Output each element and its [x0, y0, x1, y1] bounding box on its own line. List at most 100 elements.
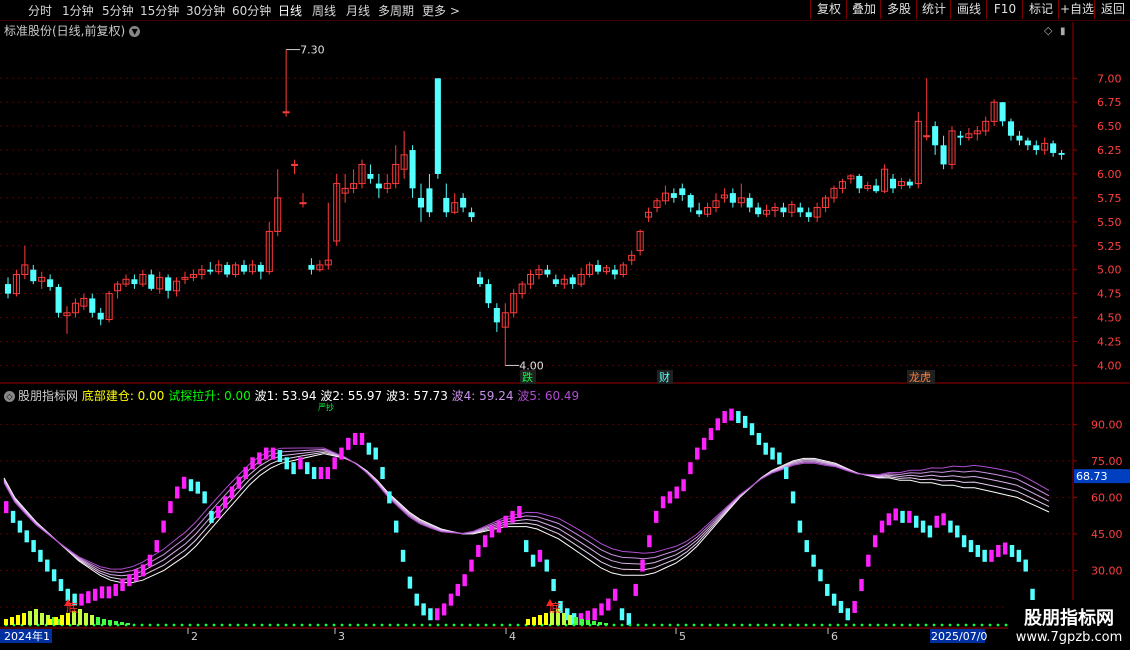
indicator-bar [612, 588, 618, 601]
indicator-bar [551, 579, 556, 592]
baseline-dot [716, 623, 720, 627]
baseline-dot [668, 623, 672, 627]
baseline-dot [748, 623, 752, 627]
bottom-signal-bar [108, 620, 112, 625]
indicator-bar [886, 513, 892, 526]
baseline-dot [348, 623, 352, 627]
candle-body-down [1050, 143, 1057, 153]
bottom-signal-bar [598, 622, 602, 625]
indicator-bar [742, 415, 748, 428]
baseline-dot [780, 623, 784, 627]
indicator-bar [996, 544, 1001, 557]
price-tick-label: 6.75 [1097, 96, 1122, 109]
candle-body-down [4, 284, 12, 294]
indicator-bar [722, 411, 727, 424]
indicator-bar [989, 549, 994, 562]
baseline-dot [204, 623, 208, 627]
indicator-bar [120, 579, 125, 592]
price-tick-label: 6.50 [1097, 120, 1122, 133]
baseline-dot [828, 623, 832, 627]
candle-body-down [746, 197, 753, 208]
candle-body-down [468, 212, 475, 218]
baseline-dot [356, 623, 360, 627]
bottom-signal-bar [10, 617, 14, 625]
indicator-bar [346, 437, 351, 450]
indicator-bar [530, 554, 536, 567]
candle-body-down [97, 312, 104, 320]
candle-body-down [165, 277, 172, 291]
current-value-label: 68.73 [1076, 470, 1108, 483]
baseline-dot [932, 623, 936, 627]
baseline-dot [820, 623, 824, 627]
indicator-bar [469, 559, 474, 572]
bottom-signal-bar [592, 621, 596, 625]
baseline-dot [492, 623, 496, 627]
candle-body-down [131, 279, 138, 285]
indicator-bar [58, 579, 64, 592]
bottom-signal-bar [60, 615, 64, 625]
indicator-bar [763, 442, 768, 455]
baseline-dot [732, 623, 736, 627]
candle-body-down [679, 188, 686, 196]
bottom-signal-bar [34, 609, 38, 625]
indicator-bar [51, 569, 57, 582]
indicator-bar [496, 520, 502, 533]
candle-body-up [923, 135, 931, 138]
baseline-dot [372, 623, 376, 627]
indicator-bar [845, 608, 851, 621]
indicator-bar [435, 608, 440, 621]
baseline-dot [316, 623, 320, 627]
indicator-bar [879, 520, 885, 533]
baseline-dot [436, 623, 440, 627]
price-tick-label: 7.00 [1097, 72, 1122, 85]
candle-body-down [367, 174, 374, 179]
baseline-dot [508, 623, 512, 627]
baseline-dot [844, 623, 848, 627]
candle-body-down [148, 274, 155, 289]
indicator-bar [503, 515, 508, 528]
indicator-bar [1030, 588, 1035, 601]
event-mark-label: 龙虎 [909, 371, 931, 384]
indicator-bar [900, 510, 905, 523]
candle-body-down [594, 264, 602, 272]
indicator-bar [797, 520, 803, 533]
indicator-bar [284, 457, 289, 470]
bottom-signal-bar [96, 617, 100, 625]
bottom-signal-bar [90, 615, 94, 625]
bottom-signal-bar [526, 619, 530, 625]
diamond-icon: ◇ [1044, 24, 1053, 37]
indicator-bar [695, 447, 700, 460]
bottom-signal-bar [84, 613, 88, 625]
candle-body-down [47, 279, 54, 287]
indicator-bar [216, 506, 221, 518]
baseline-dot [924, 623, 928, 627]
baseline-dot [804, 623, 808, 627]
bottom-signal-bar [54, 617, 58, 625]
baseline-dot [980, 623, 984, 627]
indicator-bar [893, 508, 898, 521]
baseline-dot [660, 623, 664, 627]
indicator-bar [606, 598, 611, 611]
candle-body-down [569, 277, 576, 285]
baseline-dot [940, 623, 944, 627]
scroll-handle-icon: ▮ [1060, 26, 1066, 37]
indicator-bar [236, 476, 242, 489]
wave-line-4 [3, 448, 1050, 574]
baseline-dot [948, 623, 952, 627]
candle-body-down [780, 207, 787, 213]
kline-chart[interactable]: 7.00 6.75 6.50 6.25 6.00 5.75 5.50 5.25 5.00 4.75… [0, 0, 1130, 650]
candle-body-down [940, 145, 947, 165]
month-label: 5 [679, 630, 686, 643]
indicator-bar [592, 608, 597, 621]
indicator-bar [305, 462, 310, 475]
indicator-bar [257, 452, 262, 465]
baseline-dot [388, 623, 392, 627]
indicator-bar [647, 535, 652, 548]
baseline-dot [796, 623, 800, 627]
indicator-bar [1023, 559, 1028, 572]
indicator-bar [277, 450, 283, 462]
baseline-dot [644, 623, 648, 627]
indicator-bar [113, 583, 118, 596]
baseline-dot [884, 623, 888, 627]
indicator-bar [982, 549, 987, 562]
